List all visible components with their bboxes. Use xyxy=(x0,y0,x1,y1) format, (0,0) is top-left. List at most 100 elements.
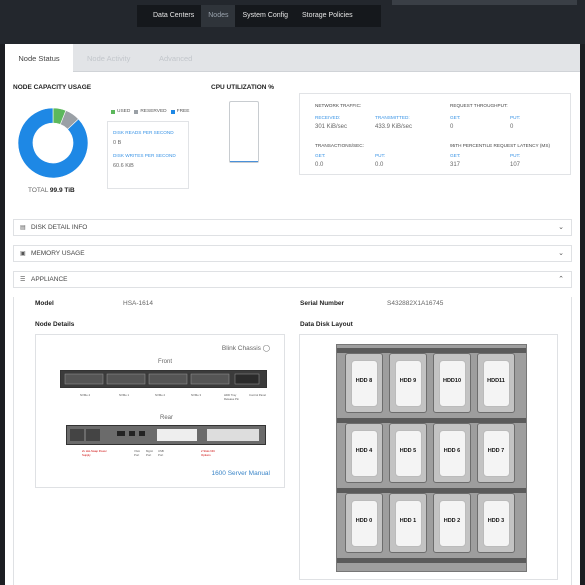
server-manual-link[interactable]: 1600 Server Manual xyxy=(211,470,270,477)
front-callout-nvme3: NVMe 3 xyxy=(191,393,202,397)
server-rear-image xyxy=(66,425,266,445)
disk-slot[interactable]: HDD 7 xyxy=(477,423,515,483)
node-details-label: Node Details xyxy=(35,321,75,328)
received-label: RECEIVED: xyxy=(315,115,341,120)
capacity-donut-chart xyxy=(17,107,89,179)
front-callout-nvme4: NVMe 4 xyxy=(80,393,91,397)
disk-slot[interactable]: HDD 1 xyxy=(389,493,427,553)
transmitted-label: TRANSMITTED: xyxy=(375,115,410,120)
front-callout-nvme1: NVMe 1 xyxy=(119,393,130,397)
front-callout-nvme2: NVMe 2 xyxy=(155,393,166,397)
disk-label: HDD 0 xyxy=(355,518,373,524)
disk-label: HDD 5 xyxy=(399,448,417,454)
disk-slot[interactable]: HDD 3 xyxy=(477,493,515,553)
disk-slot[interactable]: HDD11 xyxy=(477,353,515,413)
chevron-down-icon: ⌄ xyxy=(558,250,564,257)
nav-data-centers[interactable]: Data Centers xyxy=(137,5,201,27)
cage-rail xyxy=(337,558,526,563)
disk-layout-box: HDD 8 HDD 9 HDD10 HDD11 HDD 4 HDD 5 HDD 6 HDD 7… xyxy=(299,334,558,580)
tab-node-status[interactable]: Node Status xyxy=(5,44,73,72)
cpu-title: CPU UTILIZATION % xyxy=(211,84,275,91)
disk-slot[interactable]: HDD 2 xyxy=(433,493,471,553)
disk-label: HDD 7 xyxy=(487,448,505,454)
lat-get-label: GET: xyxy=(450,153,461,158)
cpu-utilization-bar xyxy=(229,101,259,163)
rear-callout-vga: VGA Port xyxy=(134,449,140,457)
disk-slot[interactable]: HDD 4 xyxy=(345,423,383,483)
server-front-drawing xyxy=(64,373,260,385)
rear-callout-usb: USB Port xyxy=(158,449,164,457)
tr-put-value: 0.0 xyxy=(375,162,384,168)
disk-detail-accordion[interactable]: ▤ DISK DETAIL INFO ⌄ xyxy=(13,219,572,236)
disk-slot[interactable]: HDD10 xyxy=(433,353,471,413)
disk-label: HDD11 xyxy=(487,378,505,384)
serial-label: Serial Number xyxy=(300,300,345,307)
disk-label: HDD 6 xyxy=(443,448,461,454)
tab-node-activity[interactable]: Node Activity xyxy=(87,44,130,72)
tab-bar: Node Status Node Activity Advanced xyxy=(5,44,580,72)
tab-advanced[interactable]: Advanced xyxy=(159,44,192,72)
reserved-swatch xyxy=(134,109,139,114)
total-label: TOTAL xyxy=(28,187,49,194)
legend-reserved: RESERVED xyxy=(140,109,167,114)
front-callout-tray-pin: HDD Tray Release Pin xyxy=(224,393,240,401)
appliance-label: APPLIANCE xyxy=(31,276,68,283)
toggle-icon: ◯ xyxy=(262,345,270,352)
free-swatch xyxy=(170,109,175,114)
node-details-box: Blink Chassis ◯ Front NVMe 4 NVMe 1 NVMe… xyxy=(35,334,285,488)
used-swatch xyxy=(111,109,115,114)
transmitted-value: 433.9 KiB/sec xyxy=(375,124,413,130)
tp-get-value: 0 xyxy=(450,124,454,130)
rear-label: Rear xyxy=(160,415,174,421)
disk-label: HDD 8 xyxy=(355,378,373,384)
main-nav: Data Centers Nodes System Config Storage… xyxy=(137,5,381,27)
memory-usage-accordion[interactable]: ▣ MEMORY USAGE ⌄ xyxy=(13,245,572,262)
disk-slot[interactable]: HDD 0 xyxy=(345,493,383,553)
serial-value: S432882X1A16745 xyxy=(387,300,444,307)
traffic-stats-box: NETWORK TRAFFIC: RECEIVED: 301 KiB/sec T… xyxy=(299,93,571,175)
node-panel: Node Status Node Activity Advanced NODE … xyxy=(5,44,580,585)
nav-storage-policies[interactable]: Storage Policies xyxy=(295,5,360,27)
disk-reads-value: 0 B xyxy=(113,140,122,146)
disk-label: HDD 4 xyxy=(355,448,373,454)
nav-nodes[interactable]: Nodes xyxy=(201,5,236,27)
total-value: 99.9 TiB xyxy=(49,187,75,194)
blink-chassis-label: Blink Chassis xyxy=(221,345,261,352)
cpu-fill xyxy=(230,161,258,162)
disk-slot[interactable]: HDD 5 xyxy=(389,423,427,483)
disk-cage: HDD 8 HDD 9 HDD10 HDD11 HDD 4 HDD 5 HDD 6 HDD 7… xyxy=(336,344,527,572)
disk-label: HDD 1 xyxy=(399,518,417,524)
list-icon: ☰ xyxy=(20,277,26,283)
legend-used: USED xyxy=(117,109,131,114)
appliance-accordion[interactable]: ☰ APPLIANCE ⌃ xyxy=(13,271,572,288)
tp-put-value: 0 xyxy=(510,124,514,130)
memory-icon: ▣ xyxy=(20,251,26,257)
database-icon: ▤ xyxy=(20,225,26,231)
received-value: 301 KiB/sec xyxy=(315,124,348,130)
tr-get-label: GET: xyxy=(315,153,326,158)
chevron-up-icon: ⌃ xyxy=(558,276,564,283)
throughput-title: REQUEST THROUGHPUT: xyxy=(450,103,508,108)
front-label: Front xyxy=(158,359,173,365)
disk-slot[interactable]: HDD 9 xyxy=(389,353,427,413)
disk-label: HDD 2 xyxy=(443,518,461,524)
disk-label: HDD 3 xyxy=(487,518,505,524)
disk-slot[interactable]: HDD 8 xyxy=(345,353,383,413)
capacity-total: TOTAL 99.9 TiB xyxy=(28,187,75,194)
model-value: HSA-1614 xyxy=(123,300,153,307)
chevron-down-icon: ⌄ xyxy=(558,224,564,231)
lat-put-label: PUT: xyxy=(510,153,521,158)
transactions-title: TRANSACTIONS/SEC: xyxy=(315,143,364,148)
disk-label: HDD 9 xyxy=(399,378,417,384)
disk-layout-label: Data Disk Layout xyxy=(300,321,353,328)
disk-slot[interactable]: HDD 6 xyxy=(433,423,471,483)
nav-system-config[interactable]: System Config xyxy=(235,5,295,27)
disk-detail-label: DISK DETAIL INFO xyxy=(31,224,88,231)
top-bar: Data Centers Nodes System Config Storage… xyxy=(0,0,585,44)
tr-get-value: 0.0 xyxy=(315,162,324,168)
capacity-title: NODE CAPACITY USAGE xyxy=(13,84,92,91)
front-callout-control-panel: Control Panel xyxy=(249,393,266,397)
lat-get-value: 317 xyxy=(450,162,461,168)
blink-chassis-toggle[interactable]: Blink Chassis ◯ xyxy=(222,344,270,352)
top-bar-accent xyxy=(392,0,577,5)
